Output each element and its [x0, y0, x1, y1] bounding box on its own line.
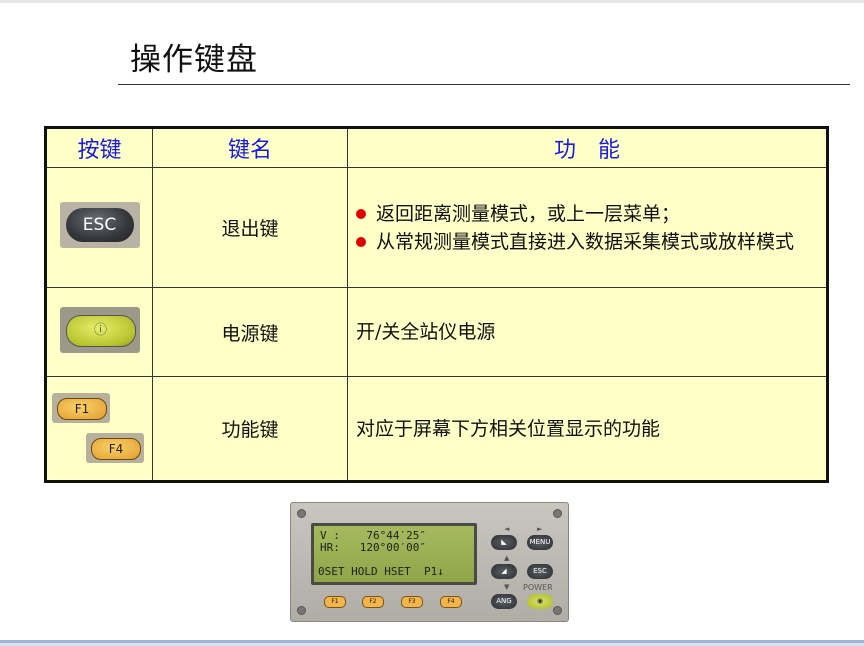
top-border	[0, 0, 864, 3]
function-keys-image: F1 F4	[48, 383, 151, 475]
table-row: ESC 退出键 返回距离测量模式，或上一层菜单； 从常规测量模式直接进入数据采集…	[45, 167, 828, 288]
title-rule	[118, 84, 850, 85]
up-arrow-icon: ▲	[504, 554, 510, 562]
device-f4-key: F4	[440, 596, 462, 608]
device-f1-key: F1	[324, 596, 346, 608]
menu-button: MENU	[527, 535, 553, 550]
function-item: 从常规测量模式直接进入数据采集模式或放样模式	[356, 228, 825, 256]
function-text: 从常规测量模式直接进入数据采集模式或放样模式	[376, 230, 795, 253]
header-key-name: 键名	[152, 127, 348, 168]
table-row: ⓘ 电源键 开/关全站仪电源	[45, 287, 828, 377]
screw-icon	[297, 606, 306, 615]
header-function: 功 能	[347, 127, 828, 168]
right-arrow-icon: ►	[537, 525, 543, 533]
esc-button: ESC	[527, 564, 553, 579]
f1-key-image: F1	[52, 392, 110, 423]
key-image-cell: ⓘ	[45, 287, 153, 377]
bullet-icon	[356, 236, 366, 247]
key-function: 对应于屏幕下方相关位置显示的功能	[347, 376, 828, 482]
lcd-line: 0SET HOLD HSET P1↓	[318, 565, 444, 578]
key-function: 返回距离测量模式，或上一层菜单； 从常规测量模式直接进入数据采集模式或放样模式	[347, 167, 828, 288]
table-header-row: 按键 键名 功 能	[45, 127, 828, 168]
key-function: 开/关全站仪电源	[347, 287, 828, 377]
page-title: 操作键盘	[130, 42, 258, 78]
left-arrow-icon: ◄	[504, 525, 510, 533]
key-image-cell: F1 F4	[45, 376, 153, 482]
device-f2-key: F2	[362, 596, 384, 608]
light-button: ◢	[491, 564, 517, 579]
screw-icon	[553, 606, 562, 615]
f4-key-image: F4	[86, 432, 144, 463]
device-f3-key: F3	[401, 596, 423, 608]
down-arrow-icon: ▼	[504, 583, 510, 591]
total-station-keyboard-image: V : 76°44′25″ HR: 120°00′00″ 0SET HOLD H…	[290, 502, 569, 622]
power-button: ◉	[527, 594, 553, 609]
esc-key-label: ESC	[65, 208, 134, 242]
f4-key-label: F4	[91, 437, 141, 460]
f1-key-label: F1	[57, 397, 107, 420]
key-name: 电源键	[152, 287, 348, 377]
lcd-line: HR: 120°00′00″	[320, 541, 426, 554]
key-name: 功能键	[152, 376, 348, 482]
measure-button: ◣	[491, 535, 517, 550]
table-row: F1 F4 功能键 对应于屏幕下方相关位置显示的功能	[45, 376, 828, 482]
key-table: 按键 键名 功 能 ESC 退出键 返回距离测量模式，或上一层菜单； 从常规测量…	[44, 126, 829, 483]
esc-key-image: ESC	[59, 202, 140, 248]
lcd-display: V : 76°44′25″ HR: 120°00′00″ 0SET HOLD H…	[311, 523, 477, 585]
key-image-cell: ESC	[45, 167, 153, 288]
power-key-image: ⓘ	[59, 306, 140, 353]
power-label: POWER	[523, 583, 553, 592]
bullet-icon	[356, 208, 366, 219]
function-text: 返回距离测量模式，或上一层菜单；	[376, 202, 681, 225]
function-item: 返回距离测量模式，或上一层菜单；	[356, 200, 825, 228]
screw-icon	[297, 509, 306, 518]
key-name: 退出键	[152, 167, 348, 288]
power-icon: ⓘ	[65, 314, 136, 347]
screw-icon	[553, 509, 562, 518]
header-key: 按键	[45, 127, 153, 168]
ang-button: ANG	[491, 594, 517, 609]
